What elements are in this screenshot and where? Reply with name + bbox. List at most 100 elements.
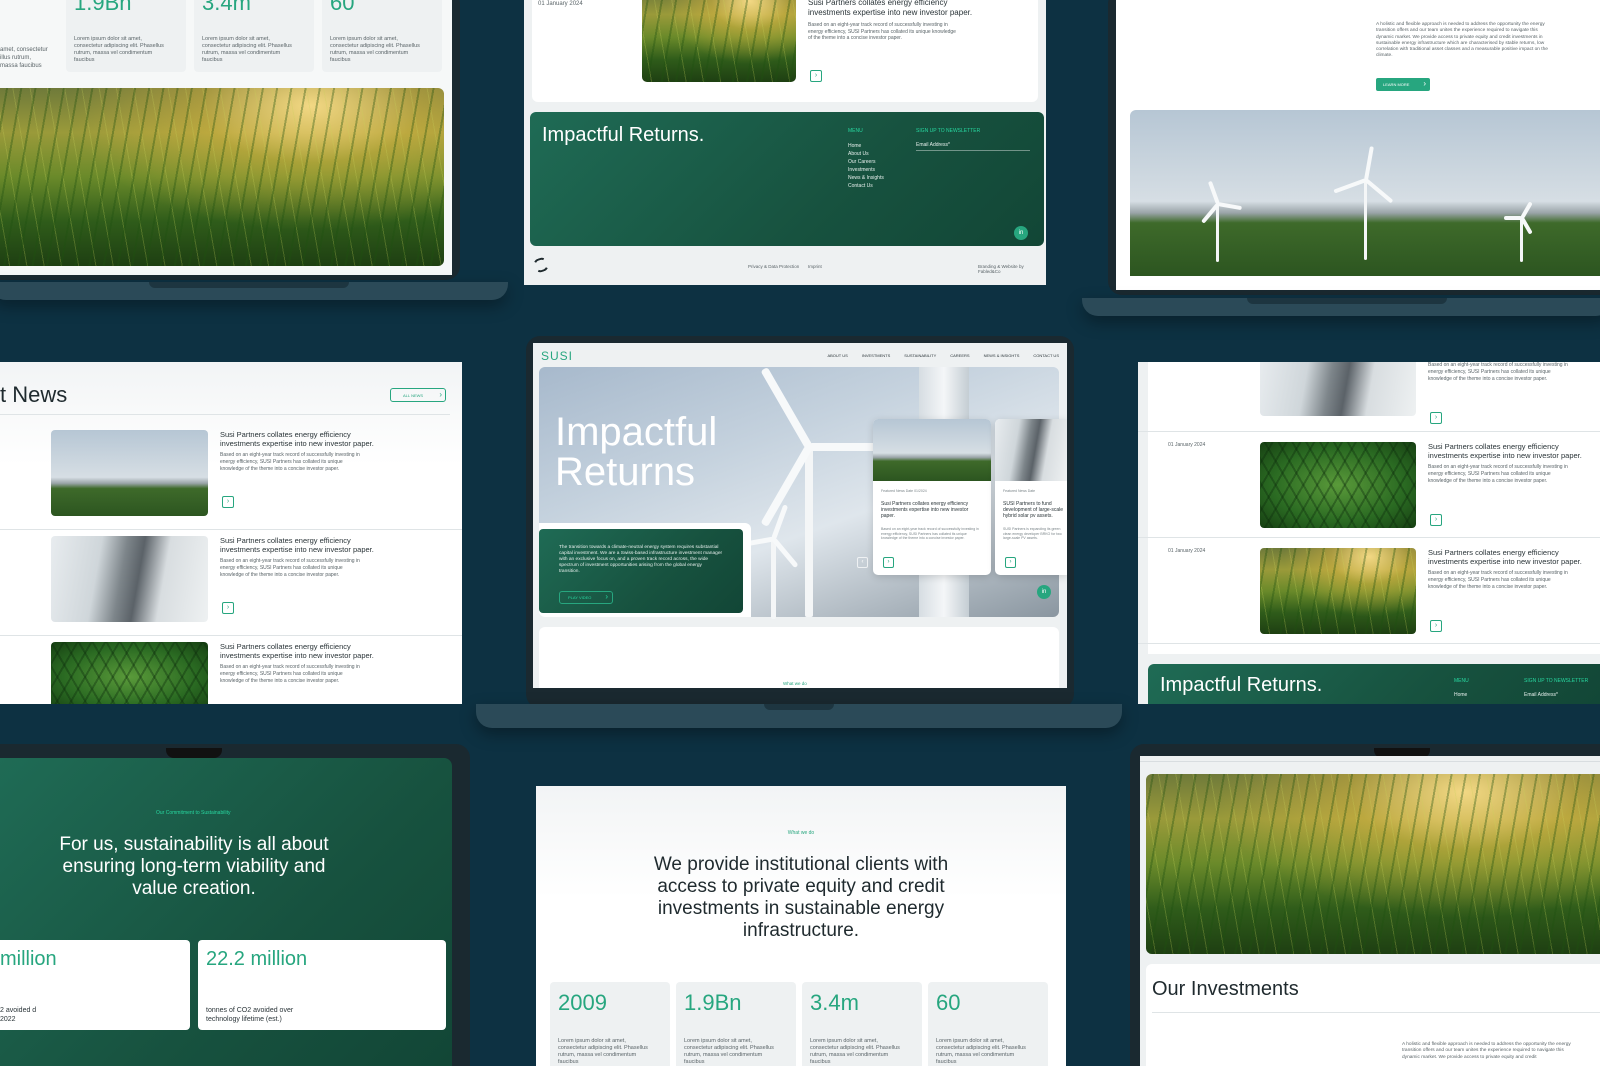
what-we-do-label: What we do	[783, 681, 807, 686]
card-meta: Featured News Date	[1003, 489, 1036, 493]
news-item-body: Based on an eight-year track record of s…	[1428, 570, 1568, 590]
news-item-date: 01 January 2024	[1168, 548, 1206, 554]
stat-number: 60	[936, 990, 961, 1015]
footer-link-home[interactable]: Home	[1454, 692, 1467, 698]
stat-card: 60 Lorem ipsum dolor sit amet, consectet…	[322, 0, 442, 72]
footer-link-investments[interactable]: Investments	[848, 166, 884, 174]
footer-title: Impactful Returns.	[542, 124, 705, 146]
footer-link-home[interactable]: Home	[848, 142, 884, 150]
stat-number: 1.9Bn	[684, 990, 742, 1015]
news-thumb	[1260, 548, 1416, 634]
footer-panel: Impactful Returns. MENU Home About Us Ou…	[530, 112, 1044, 246]
news-item-body: Based on an eight-year track record of s…	[220, 558, 360, 578]
footer-link-about[interactable]: About Us	[848, 150, 884, 158]
news-thumb	[51, 642, 208, 704]
news-list-item[interactable]: Based on an eight-year track record of s…	[1138, 362, 1600, 432]
card-arrow-button[interactable]: ›	[1005, 557, 1016, 568]
news-list-item[interactable]: 01 January 2024 Susi Partners collates e…	[1138, 538, 1600, 644]
nav-sustainability[interactable]: SUSTAINABILITY	[904, 353, 936, 358]
grass-photo	[1146, 774, 1600, 954]
news-list-item[interactable]: 01 January 2024 Susi Partners collates e…	[1138, 432, 1600, 538]
news-thumb	[1260, 362, 1416, 416]
news-body: Based on an eight-year track record of s…	[808, 22, 956, 41]
approach-text: A holistic and flexible approach is need…	[1376, 22, 1548, 59]
screen-investments: Our Investments A holistic and flexible …	[1140, 756, 1600, 1066]
news-item-title: Susi Partners collates energy efficiency…	[1428, 442, 1582, 460]
screen-top-center: 01 January 2024 Susi Partners collates e…	[524, 0, 1046, 285]
stat-desc: Lorem ipsum dolor sit amet, consectetur …	[684, 1038, 774, 1065]
footer-menu-label: MENU	[1454, 678, 1469, 684]
all-news-button[interactable]: ALL NEWS ›	[390, 388, 446, 402]
news-thumb	[51, 536, 208, 622]
newsletter-email-input[interactable]: Email Address*	[916, 142, 1030, 151]
investments-body: A holistic and flexible approach is need…	[1402, 1042, 1571, 1060]
card-title: SUSI Partners to fund development of lar…	[1003, 501, 1064, 519]
news-item-title: Susi Partners collates energy efficiency…	[220, 642, 374, 660]
stat-card: 1.9Bn Lorem ipsum dolor sit amet, consec…	[676, 982, 796, 1066]
carousel-prev-button[interactable]: ‹	[857, 557, 868, 568]
screen-news-right: Based on an eight-year track record of s…	[1138, 362, 1600, 704]
screen-top-right: A holistic and flexible approach is need…	[1116, 0, 1600, 290]
news-list-item[interactable]: Susi Partners collates energy efficiency…	[0, 424, 462, 530]
stat-desc: Lorem ipsum dolor sit amet, consectetur …	[74, 36, 164, 63]
news-arrow-button[interactable]: ›	[1430, 620, 1442, 632]
laptop-base	[0, 282, 508, 300]
news-list-item[interactable]: Susi Partners collates energy efficiency…	[0, 636, 462, 704]
arrow-icon: ›	[1423, 79, 1426, 88]
news-thumb	[1260, 442, 1416, 528]
news-arrow-button[interactable]: ›	[810, 70, 822, 82]
laptop-base	[476, 704, 1122, 728]
footer-link-contact[interactable]: Contact Us	[848, 182, 884, 190]
stat-number: 3.4m	[202, 0, 251, 15]
nav-news[interactable]: NEWS & INSIGHTS	[984, 353, 1020, 358]
screen-sustainability: Our Commitment to Sustainability For us,…	[0, 758, 452, 1066]
sustainability-stat-card: million 2 avoided d 2022	[0, 940, 190, 1030]
nav-careers[interactable]: CAREERS	[950, 353, 969, 358]
linkedin-icon[interactable]: in	[1014, 226, 1028, 240]
all-news-label: ALL NEWS	[403, 393, 424, 398]
susi-mark-icon	[532, 256, 550, 274]
screen-top-left: amet, consectetur illus rutrum, massa fa…	[0, 0, 452, 275]
footer-credit: Branding & Website by Fabled&Co	[978, 264, 1024, 274]
news-item-title: Susi Partners collates energy efficiency…	[1428, 548, 1582, 566]
footer-menu-label: MENU	[848, 128, 863, 134]
play-video-button[interactable]: PLAY VIDEO ›	[559, 591, 613, 604]
nav-investments[interactable]: INVESTMENTS	[862, 353, 890, 358]
newsletter-email-input[interactable]: Email Address*	[1524, 692, 1558, 698]
card-thumb	[873, 419, 991, 481]
news-arrow-button[interactable]: ›	[222, 602, 234, 614]
news-item-body: Based on an eight-year track record of s…	[220, 452, 360, 472]
stat-desc: 2 avoided d 2022	[0, 1007, 37, 1023]
learn-more-label: LEARN MORE	[1383, 82, 1410, 87]
footer-panel: Impactful Returns. MENU Home SIGN UP TO …	[1148, 664, 1600, 704]
nav-contact[interactable]: CONTACT US	[1033, 353, 1059, 358]
featured-news-card[interactable]: Featured News Date SUSI Partners to fund…	[995, 419, 1067, 575]
featured-news-card[interactable]: Featured News Date 01/2024 Susi Partners…	[873, 419, 991, 575]
susi-logo[interactable]: SUSI	[541, 349, 573, 363]
news-item-title: Susi Partners collates energy efficiency…	[220, 536, 374, 554]
footer-imprint-link[interactable]: Imprint	[808, 264, 822, 269]
card-body: SUSI Partners is expanding its green cle…	[1003, 527, 1062, 541]
card-thumb	[995, 419, 1067, 481]
linkedin-icon[interactable]: in	[1037, 585, 1051, 599]
footer-privacy-link[interactable]: Privacy & Data Protection	[748, 264, 799, 269]
stat-desc: Lorem ipsum dolor sit amet, consectetur …	[330, 36, 420, 63]
nav-about[interactable]: ABOUT US	[827, 353, 847, 358]
footer-link-careers[interactable]: Our Careers	[848, 158, 884, 166]
news-arrow-button[interactable]: ›	[222, 496, 234, 508]
what-we-do-headline: We provide institutional clients with ac…	[653, 854, 949, 941]
sustainability-stat-card: 22.2 million tonnes of CO2 avoided over …	[198, 940, 446, 1030]
learn-more-button[interactable]: LEARN MORE ›	[1376, 78, 1430, 91]
stat-card: 2009 Lorem ipsum dolor sit amet, consect…	[550, 982, 670, 1066]
sustainability-headline: For us, sustainability is all about ensu…	[59, 834, 329, 899]
news-arrow-button[interactable]: ›	[1430, 412, 1442, 424]
stat-card: 3.4m Lorem ipsum dolor sit amet, consect…	[802, 982, 922, 1066]
footer-link-news[interactable]: News & Insights	[848, 174, 884, 182]
news-item-date: 01 January 2024	[1168, 442, 1206, 448]
card-arrow-button[interactable]: ›	[883, 557, 894, 568]
news-list-item[interactable]: Susi Partners collates energy efficiency…	[0, 530, 462, 636]
news-arrow-button[interactable]: ›	[1430, 514, 1442, 526]
screen-news-left: t News ALL NEWS › Susi Partners collates…	[0, 362, 462, 704]
card-title: Susi Partners collates energy efficiency…	[881, 501, 969, 519]
stat-desc: Lorem ipsum dolor sit amet, consectetur …	[202, 36, 292, 63]
